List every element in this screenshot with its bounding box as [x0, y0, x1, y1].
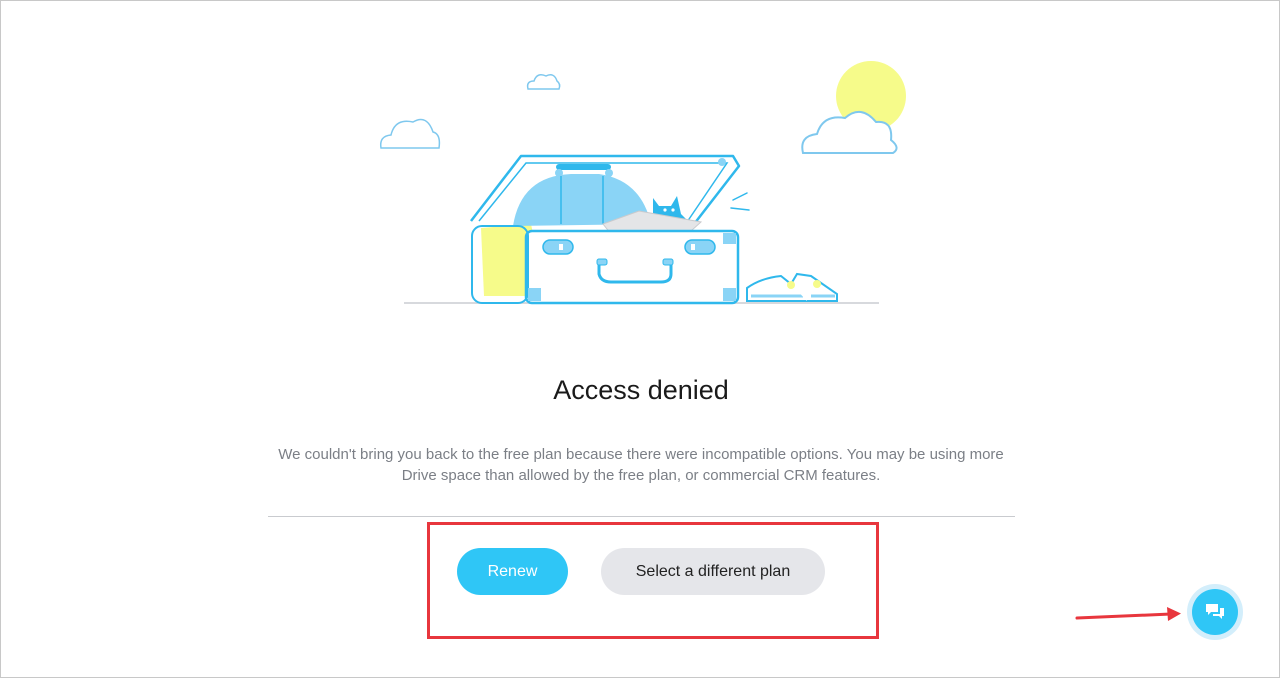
chat-widget-inner	[1192, 589, 1238, 635]
chat-widget-button[interactable]	[1187, 584, 1243, 640]
cloud-small-icon	[526, 74, 561, 90]
chat-bubbles-icon	[1206, 604, 1224, 619]
select-different-plan-button[interactable]: Select a different plan	[601, 548, 825, 595]
divider	[268, 516, 1015, 517]
renew-button[interactable]: Renew	[457, 548, 568, 595]
annotation-arrow-icon	[1075, 607, 1181, 621]
page-title: Access denied	[553, 375, 729, 405]
cloud-left-icon	[379, 118, 441, 149]
app-window: Access denied We couldn't bring you back…	[0, 0, 1280, 678]
suitcase-illustration	[379, 61, 906, 305]
page-description: We couldn't bring you back to the free p…	[278, 446, 1004, 484]
